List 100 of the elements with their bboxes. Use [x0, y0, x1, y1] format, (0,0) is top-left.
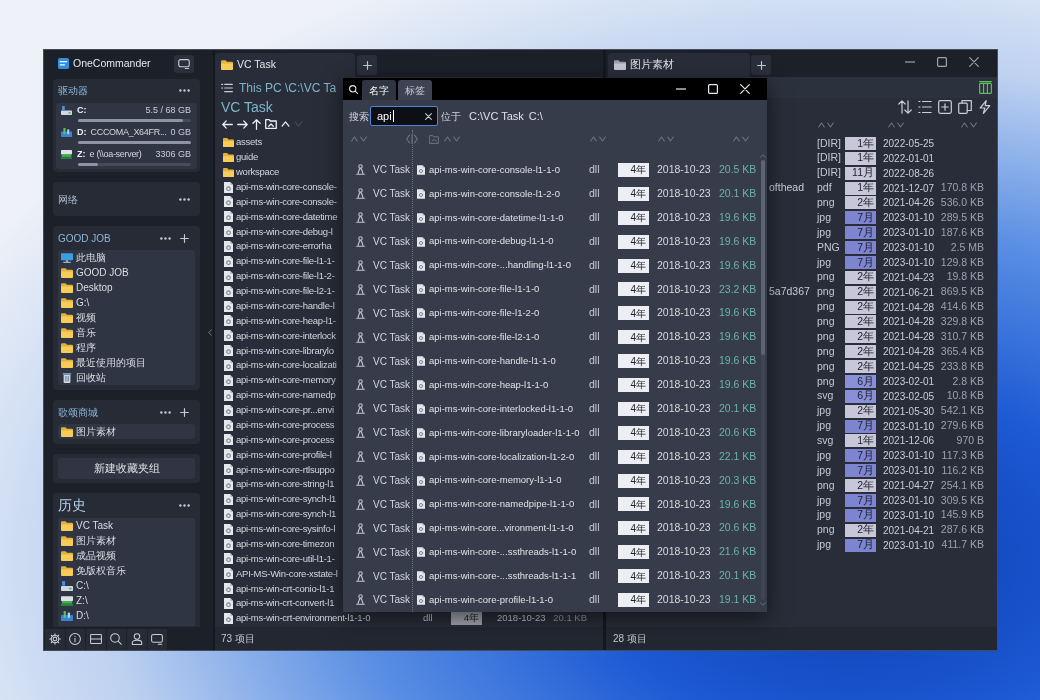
result-name[interactable]: api-ms-win-core-memory-l1-1-0 — [429, 473, 562, 488]
favorite-item[interactable]: 图片素材 — [76, 424, 116, 439]
history-item[interactable]: 成品视频 — [76, 548, 116, 563]
new-tab-button[interactable] — [357, 55, 377, 75]
drive-letter[interactable]: D: — [77, 125, 87, 140]
path-breadcrumb[interactable]: This PC \C:\VC Ta — [239, 78, 337, 97]
file-name[interactable]: api-ms-win-core-librarylo — [236, 343, 334, 358]
result-name[interactable]: api-ms-win-core-debug-l1-1-0 — [429, 234, 554, 249]
plus-icon[interactable] — [756, 60, 766, 70]
folder-up-icon[interactable] — [265, 119, 277, 129]
favorite-item[interactable]: 音乐 — [76, 325, 96, 340]
favorite-item[interactable]: 视频 — [76, 310, 96, 325]
sort-arrows-icon[interactable] — [888, 121, 904, 128]
history-item[interactable]: VC Task — [76, 518, 114, 533]
file-name[interactable]: api-ms-win-core-timezon — [236, 536, 335, 552]
file-name[interactable]: api-ms-win-core-console- — [236, 194, 337, 210]
history-item[interactable]: Z:\ — [76, 593, 88, 608]
file-name[interactable]: api-ms-win-core-process — [236, 432, 335, 448]
maximize-icon[interactable] — [937, 57, 947, 67]
drive-letter[interactable]: Z: — [77, 147, 86, 162]
tab[interactable]: 图片素材 — [608, 53, 750, 77]
tab[interactable]: 名字 — [362, 80, 396, 100]
menu-icon[interactable] — [221, 82, 233, 93]
file-name[interactable]: api-ms-win-crt-convert-l1 — [236, 596, 335, 611]
file-name[interactable]: api-ms-win-core-synch-l1 — [236, 492, 337, 507]
file-name[interactable]: api-ms-win-core-process — [236, 417, 335, 433]
file-name[interactable]: api-ms-win-core-synch-l1 — [236, 507, 337, 522]
more-icon[interactable] — [179, 88, 190, 92]
history-item[interactable]: D:\ — [76, 608, 89, 623]
result-name[interactable]: api-ms-win-core...vironment-l1-1-0 — [429, 521, 574, 536]
up-arrow-icon[interactable] — [252, 118, 261, 130]
favorite-item[interactable]: 程序 — [76, 340, 96, 355]
file-name[interactable]: api-ms-win-core-rtlsuppo — [236, 462, 335, 477]
info-button[interactable] — [65, 628, 85, 650]
new-tab-button[interactable] — [751, 55, 771, 75]
result-name[interactable]: api-ms-win-core-...ssthreads-l1-1-1 — [429, 568, 577, 584]
search-field[interactable]: api — [370, 106, 438, 126]
result-name[interactable]: api-ms-win-core-profile-l1-1-0 — [429, 592, 554, 608]
result-name[interactable]: api-ms-win-core-interlocked-l1-1-0 — [429, 401, 574, 416]
result-name[interactable]: api-ms-win-core-libraryloader-l1-1-0 — [429, 425, 580, 440]
left-arrow-icon[interactable] — [222, 119, 233, 129]
result-name[interactable]: api-ms-win-core-...ssthreads-l1-1-0 — [429, 545, 577, 560]
scrollbar-thumb[interactable] — [760, 160, 765, 355]
file-name[interactable]: api-ms-win-core-memory — [236, 373, 336, 388]
file-name[interactable]: api-ms-win-core-datetime — [236, 209, 338, 224]
file-name[interactable]: api-ms-win-core-profile-l — [236, 447, 332, 462]
history-item[interactable]: C:\ — [76, 578, 89, 593]
plus-icon[interactable] — [180, 407, 189, 417]
right-arrow-icon[interactable] — [237, 119, 248, 129]
plus-icon[interactable] — [362, 60, 372, 70]
result-name[interactable]: api-ms-win-core-heap-l1-1-0 — [429, 377, 549, 393]
drive-letter[interactable]: C: — [77, 103, 87, 118]
add-box-icon[interactable] — [938, 100, 952, 114]
result-name[interactable]: api-ms-win-core-handle-l1-1-0 — [429, 353, 556, 369]
file-name[interactable]: api-ms-win-crt-environment-l1-1-0 — [236, 611, 371, 626]
file-name[interactable]: api-ms-win-core-sysinfo-l — [236, 522, 336, 537]
file-name[interactable]: api-ms-win-core-util-l1-1- — [236, 551, 335, 567]
more-icon[interactable] — [160, 410, 171, 414]
result-name[interactable]: api-ms-win-core-datetime-l1-1-0 — [429, 210, 564, 225]
tab[interactable]: 标签 — [398, 80, 432, 100]
columns-icon[interactable] — [979, 81, 992, 94]
favorite-item[interactable]: 此电脑 — [76, 250, 106, 265]
file-name[interactable]: api-ms-win-core-pr...envi — [236, 403, 334, 418]
settings-button[interactable] — [45, 628, 65, 650]
favorite-item[interactable]: 最近使用的项目 — [76, 355, 146, 370]
new-group-button[interactable]: 新建收藏夹组 — [58, 458, 195, 479]
file-name[interactable]: 5a7d367 — [769, 284, 810, 301]
window-button[interactable] — [174, 54, 194, 73]
clear-icon[interactable] — [425, 112, 432, 120]
lightning-icon[interactable] — [978, 100, 992, 114]
file-name[interactable]: assets — [236, 135, 262, 150]
result-name[interactable]: api-ms-win-core-console-l1-2-0 — [429, 186, 560, 201]
file-name[interactable]: api-ms-win-core-namedp — [236, 388, 336, 403]
favorite-item[interactable]: Desktop — [76, 280, 113, 295]
result-name[interactable]: api-ms-win-core-file-l1-1-0 — [429, 282, 540, 297]
file-name[interactable]: api-ms-win-core-file-l1-1- — [236, 254, 335, 269]
plus-icon[interactable] — [180, 233, 189, 243]
copy-icon[interactable] — [958, 100, 972, 114]
search-button[interactable] — [106, 628, 126, 650]
file-name[interactable]: ofthead — [769, 180, 805, 196]
favorite-item[interactable]: 回收站 — [76, 370, 106, 385]
more-icon[interactable] — [160, 236, 171, 240]
scrollbar-track[interactable] — [760, 160, 765, 600]
sort-arrows-icon[interactable] — [961, 121, 977, 128]
window-button[interactable] — [147, 628, 167, 650]
result-name[interactable]: api-ms-win-core-localization-l1-2-0 — [429, 449, 575, 464]
file-name[interactable]: api-ms-win-core-handle-l — [236, 298, 335, 314]
history-item[interactable]: 图片素材 — [76, 533, 116, 548]
file-name[interactable]: api-ms-win-crt-conio-l1-1 — [236, 581, 335, 596]
favorite-item[interactable]: G:\ — [76, 295, 90, 310]
sort-arrows-icon[interactable] — [818, 121, 834, 128]
file-name[interactable]: api-ms-win-core-errorha — [236, 239, 332, 254]
file-name[interactable]: api-ms-win-core-debug-l — [236, 224, 333, 239]
chevron-up-icon[interactable] — [281, 121, 290, 127]
chevron-left-icon[interactable] — [208, 329, 212, 336]
layout-button[interactable] — [86, 628, 106, 650]
file-name[interactable]: api-ms-win-core-heap-l1- — [236, 313, 336, 329]
file-name[interactable]: guide — [236, 150, 258, 165]
file-name[interactable]: api-ms-win-core-localizati — [236, 358, 337, 373]
user-button[interactable] — [127, 628, 147, 650]
